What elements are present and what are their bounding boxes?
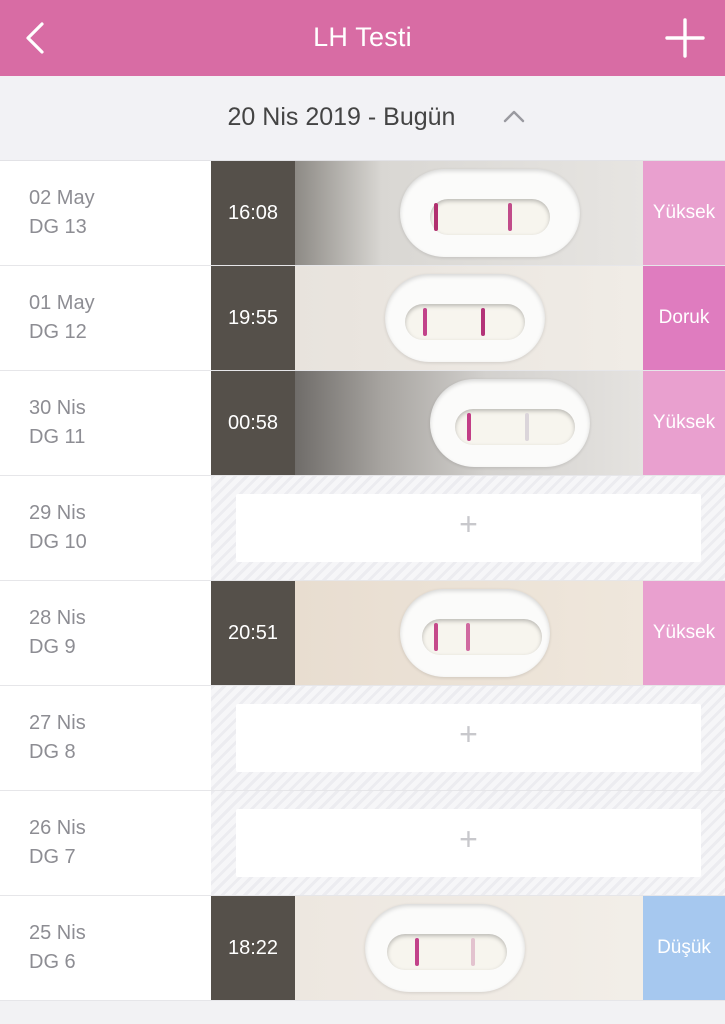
test-time: 18:22	[227, 937, 279, 959]
control-line	[415, 938, 419, 966]
plus-icon[interactable]	[663, 16, 707, 60]
control-line	[467, 413, 471, 441]
add-test-button[interactable]: +	[236, 494, 701, 562]
entry-date: 26 Nis	[29, 817, 86, 839]
chevron-up-icon[interactable]	[502, 108, 526, 124]
entry-date: 01 May	[29, 292, 95, 314]
plus-icon: +	[459, 716, 478, 752]
result-window	[405, 304, 525, 340]
test-cassette	[385, 274, 545, 362]
entry-date: 29 Nis	[29, 502, 86, 524]
test-list: 02 May DG 13 16:08 Yüksek 01 May DG 12 19:55 Do…	[0, 161, 725, 1001]
entry-date: 28 Nis	[29, 607, 86, 629]
photo-background	[295, 581, 643, 685]
photo-background	[295, 371, 643, 475]
test-time: 00:58	[227, 412, 279, 434]
list-item[interactable]: 30 Nis DG 11 00:58 Yüksek	[0, 371, 725, 476]
list-item[interactable]: 01 May DG 12 19:55 Doruk	[0, 266, 725, 371]
entry-date: 27 Nis	[29, 712, 86, 734]
test-cassette	[400, 169, 580, 257]
list-item[interactable]: 27 Nis DG 8 +	[0, 686, 725, 791]
date-cell: 29 Nis DG 10	[0, 476, 211, 580]
date-cell: 01 May DG 12	[0, 266, 211, 370]
date-cell: 26 Nis DG 7	[0, 791, 211, 895]
page-title: LH Testi	[313, 22, 412, 52]
result-badge: Doruk	[643, 266, 725, 370]
date-range-label: 20 Nis 2019 - Bugün	[227, 103, 456, 131]
photo-background	[295, 896, 643, 1000]
date-cell: 25 Nis DG 6	[0, 896, 211, 1000]
list-item[interactable]: 28 Nis DG 9 20:51 Yüksek	[0, 581, 725, 686]
test-cassette	[400, 589, 550, 677]
photo-background	[295, 161, 643, 265]
empty-slot: +	[211, 686, 725, 790]
plus-icon: +	[459, 506, 478, 542]
control-line	[434, 203, 438, 231]
cycle-day: DG 11	[29, 426, 86, 448]
list-item[interactable]: 26 Nis DG 7 +	[0, 791, 725, 896]
test-line	[466, 623, 470, 651]
control-line	[423, 308, 427, 336]
result-window	[430, 199, 550, 235]
result-badge: Yüksek	[643, 161, 725, 265]
result-badge: Yüksek	[643, 371, 725, 475]
result-badge: Düşük	[643, 896, 725, 1000]
cycle-day: DG 12	[29, 321, 87, 343]
test-line	[481, 308, 485, 336]
test-photo[interactable]: 19:55	[211, 266, 643, 370]
photo-background	[295, 266, 643, 370]
entry-date: 02 May	[29, 187, 95, 209]
app-header: LH Testi	[0, 0, 725, 76]
test-photo[interactable]: 16:08	[211, 161, 643, 265]
cycle-day: DG 6	[29, 951, 76, 973]
result-window	[387, 934, 507, 970]
date-cell: 02 May DG 13	[0, 161, 211, 265]
cycle-day: DG 10	[29, 531, 87, 553]
add-test-button[interactable]: +	[236, 704, 701, 772]
result-window	[455, 409, 575, 445]
cycle-day: DG 13	[29, 216, 87, 238]
list-item[interactable]: 02 May DG 13 16:08 Yüksek	[0, 161, 725, 266]
date-cell: 30 Nis DG 11	[0, 371, 211, 475]
test-photo[interactable]: 20:51	[211, 581, 643, 685]
test-photo[interactable]: 00:58	[211, 371, 643, 475]
date-cell: 27 Nis DG 8	[0, 686, 211, 790]
test-cassette	[365, 904, 525, 992]
entry-date: 30 Nis	[29, 397, 86, 419]
control-line	[434, 623, 438, 651]
test-cassette	[430, 379, 590, 467]
empty-slot: +	[211, 476, 725, 580]
entry-date: 25 Nis	[29, 922, 86, 944]
date-range-bar[interactable]: 20 Nis 2019 - Bugün	[0, 76, 725, 161]
test-line	[471, 938, 475, 966]
add-test-button[interactable]: +	[236, 809, 701, 877]
test-time: 20:51	[227, 622, 279, 644]
list-item[interactable]: 29 Nis DG 10 +	[0, 476, 725, 581]
test-line	[508, 203, 512, 231]
test-time: 16:08	[227, 202, 279, 224]
plus-icon: +	[459, 821, 478, 857]
test-photo[interactable]: 18:22	[211, 896, 643, 1000]
cycle-day: DG 9	[29, 636, 76, 658]
test-time: 19:55	[227, 307, 279, 329]
cycle-day: DG 8	[29, 741, 76, 763]
test-line	[525, 413, 529, 441]
date-cell: 28 Nis DG 9	[0, 581, 211, 685]
result-badge: Yüksek	[643, 581, 725, 685]
empty-slot: +	[211, 791, 725, 895]
list-item[interactable]: 25 Nis DG 6 18:22 Düşük	[0, 896, 725, 1001]
cycle-day: DG 7	[29, 846, 76, 868]
result-window	[422, 619, 542, 655]
